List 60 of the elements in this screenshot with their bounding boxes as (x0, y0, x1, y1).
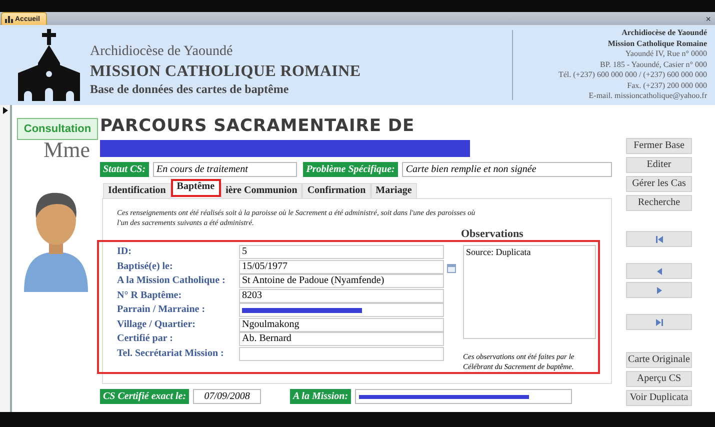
command-button[interactable]: Voir Duplicata (626, 390, 692, 406)
observations-field[interactable]: Source: Duplicata (463, 245, 596, 339)
input-field[interactable]: 15/05/1977 (239, 260, 444, 274)
tab[interactable]: ière Communion (220, 183, 302, 198)
field-label: Statut CS: (100, 162, 149, 177)
last-record-icon (656, 318, 662, 326)
contact-line: Mission Catholique Romaine (608, 38, 707, 50)
previous-icon (656, 268, 662, 274)
mission-title: MISSION CATHOLIQUE ROMAINE (90, 62, 362, 82)
field-label: Parrain / Marraine : (117, 303, 206, 317)
input-field[interactable] (239, 303, 444, 317)
tab[interactable]: Identification (103, 183, 171, 198)
next-icon (656, 286, 662, 294)
field-label: Village / Quartier: (117, 318, 196, 332)
tab[interactable]: Mariage (370, 183, 417, 198)
input-field[interactable]: Ab. Bernard (239, 332, 444, 346)
field-label: A la Mission Catholique : (117, 274, 226, 288)
command-button[interactable]: Editer (626, 157, 692, 173)
first-record-icon (656, 236, 662, 242)
observations-title: Observations (461, 228, 524, 240)
field-label: Problème Spécifique: (303, 162, 398, 177)
nav-button[interactable] (626, 231, 692, 247)
date-field[interactable]: 07/09/2008 (193, 389, 262, 404)
field-label: Baptisé(e) le: (117, 260, 174, 274)
tab[interactable]: Confirmation (302, 183, 371, 198)
input-field[interactable]: St Antoine de Padoue (Nyamfende) (239, 274, 444, 288)
field-label: Tel. Secrétariat Mission : (117, 346, 225, 360)
contact-line: Archidiocèse de Yaoundé (622, 28, 707, 39)
nav-button[interactable] (626, 314, 692, 330)
field-label: A la Mission: (290, 389, 352, 404)
contact-line: Tél. (+237) 600 000 000 / (+237) 600 000 000 (558, 70, 707, 81)
command-button[interactable]: Recherche (626, 195, 692, 211)
contact-line: Yaoundé IV, Rue n° 0000 (625, 49, 707, 60)
form-title: PARCOURS SACRAMENTAIRE DE (100, 115, 416, 138)
command-button[interactable]: Carte Originale (626, 352, 692, 368)
input-field[interactable]: Ngoulmakong (239, 318, 444, 332)
problem-field[interactable]: Carte bien remplie et non signée (402, 162, 612, 177)
field-label: N° R Baptême: (117, 288, 183, 302)
input-field[interactable]: 5 (239, 245, 444, 259)
close-button[interactable]: × (706, 14, 711, 24)
salutation-text: Mme (44, 140, 90, 160)
contact-line: BP. 185 - Yaoundé, Casier n° 000 (600, 60, 707, 70)
field-label: ID: (117, 245, 132, 259)
status-field[interactable]: En cours de traitement (152, 162, 298, 177)
tab[interactable]: Baptême (170, 179, 221, 197)
contact-line: Fax. (+237) 200 000 000 (627, 80, 707, 92)
archdiocese-name: Archidiocèse de Yaoundé (90, 43, 234, 61)
command-button[interactable]: Fermer Base (626, 138, 692, 154)
input-field[interactable] (239, 346, 444, 360)
contact-line: E-mail. missioncatholique@yahoo.fr (588, 91, 707, 102)
arrow-icon (2, 107, 8, 114)
mode-label: Consultation (17, 118, 98, 140)
database-subtitle: Base de données des cartes de baptême (90, 82, 290, 97)
field-label: Certifié par : (117, 332, 174, 346)
mission-field[interactable] (355, 389, 572, 404)
input-field[interactable]: 8203 (239, 288, 444, 302)
command-button[interactable]: Gérer les Cas (626, 176, 692, 192)
command-button[interactable]: Aperçu CS (626, 371, 692, 387)
field-label: CS Certifié exact le: (100, 389, 190, 404)
calendar-icon (447, 264, 456, 272)
